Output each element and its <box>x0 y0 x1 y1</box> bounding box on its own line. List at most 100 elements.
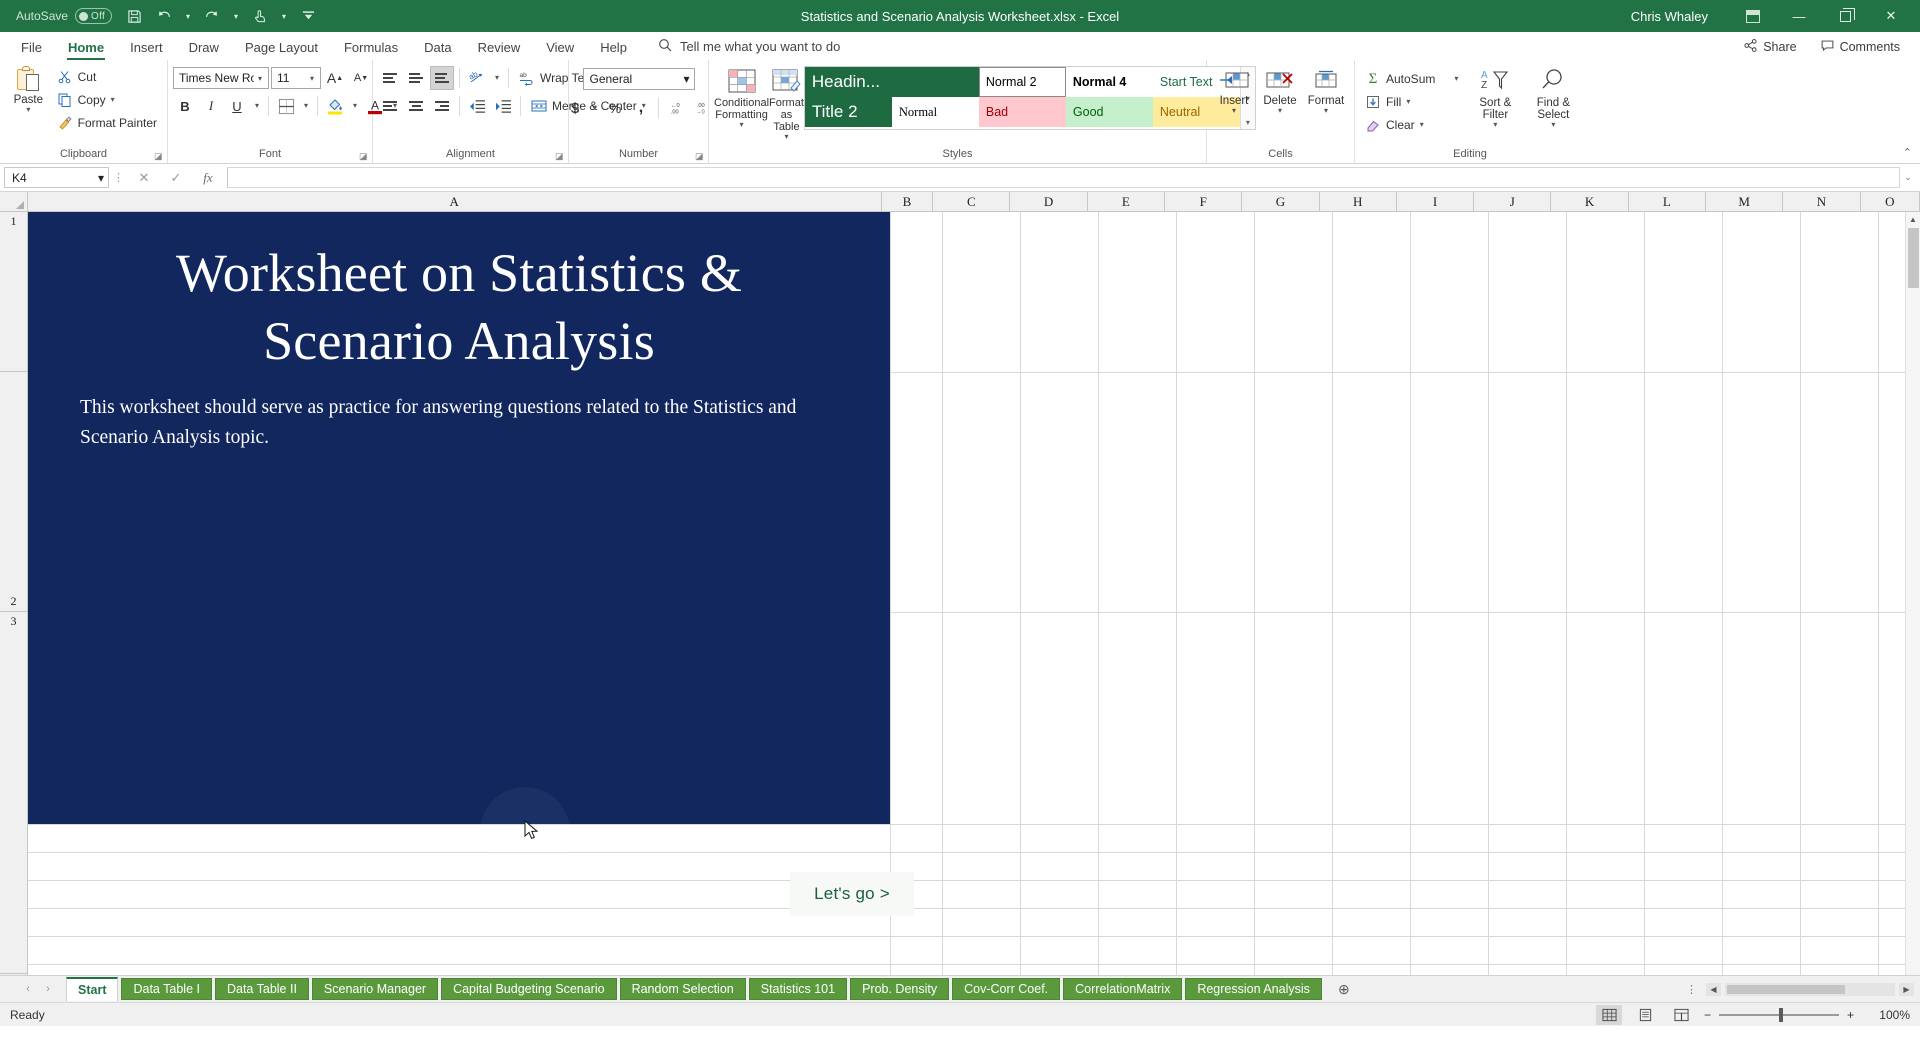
sort-filter-caret-icon[interactable]: ▾ <box>1493 121 1497 129</box>
redo-icon[interactable] <box>198 3 226 29</box>
borders-caret-icon[interactable]: ▾ <box>300 94 312 118</box>
clear-button[interactable]: Clear ▾ <box>1360 114 1463 136</box>
column-header-B[interactable]: B <box>882 192 934 211</box>
number-format-caret-icon[interactable]: ▾ <box>683 72 689 86</box>
comments-button[interactable]: Comments <box>1813 37 1908 57</box>
zoom-in-button[interactable]: + <box>1847 1008 1854 1022</box>
number-format-combo[interactable]: General ▾ <box>582 68 695 90</box>
sheet-tab-start[interactable]: Start <box>66 977 119 1001</box>
tab-home[interactable]: Home <box>55 37 117 60</box>
insert-cells-caret-icon[interactable]: ▾ <box>1232 107 1236 115</box>
font-dialog-launcher-icon[interactable]: ◪ <box>359 152 368 161</box>
select-all-corner[interactable] <box>0 192 28 211</box>
font-size-caret-icon[interactable]: ▾ <box>306 74 318 83</box>
sheet-tab-data-table-ii[interactable]: Data Table II <box>214 978 309 1000</box>
sheet-tab-correlation-matrix[interactable]: CorrelationMatrix <box>1063 978 1183 1000</box>
row-header-2[interactable]: 2 <box>0 372 27 612</box>
column-header-C[interactable]: C <box>933 192 1011 211</box>
column-header-E[interactable]: E <box>1088 192 1166 211</box>
style-normal-2[interactable]: Normal 2 <box>978 67 1066 97</box>
sheet-prev-icon[interactable]: ‹ <box>18 983 38 995</box>
column-header-H[interactable]: H <box>1320 192 1397 211</box>
delete-cells-button[interactable]: Delete ▾ <box>1258 70 1302 115</box>
align-top-icon[interactable] <box>378 66 402 90</box>
page-layout-icon[interactable] <box>1632 1005 1658 1025</box>
user-account-name[interactable]: Chris Whaley <box>1631 9 1730 24</box>
align-center-icon[interactable] <box>404 94 428 118</box>
align-left-icon[interactable] <box>378 94 402 118</box>
column-header-F[interactable]: F <box>1165 192 1243 211</box>
fill-color-icon[interactable] <box>323 94 347 118</box>
column-header-A[interactable]: A <box>28 192 882 211</box>
style-normal-4[interactable]: Normal 4 <box>1065 67 1153 97</box>
column-header-K[interactable]: K <box>1551 192 1629 211</box>
customize-quick-access-icon[interactable] <box>294 3 322 29</box>
page-break-icon[interactable] <box>1668 1005 1694 1025</box>
column-header-J[interactable]: J <box>1474 192 1552 211</box>
style-bad[interactable]: Bad <box>978 97 1066 127</box>
sheet-tab-prob-density[interactable]: Prob. Density <box>850 978 950 1000</box>
fill-button[interactable]: Fill ▾ <box>1360 91 1463 113</box>
find-select-caret-icon[interactable]: ▾ <box>1551 121 1555 129</box>
insert-cells-button[interactable]: Insert ▾ <box>1212 70 1256 115</box>
decrease-font-size-button[interactable]: A ▼ <box>349 66 373 90</box>
hscroll-right-icon[interactable]: ▶ <box>1899 982 1914 996</box>
paste-button[interactable]: Paste ▾ <box>5 64 52 114</box>
share-button[interactable]: Share <box>1736 37 1804 57</box>
increase-decimal-icon[interactable]: ←0.00 <box>664 96 688 120</box>
find-select-button[interactable]: Find & Select ▾ <box>1527 68 1579 129</box>
column-header-L[interactable]: L <box>1629 192 1707 211</box>
underline-caret-icon[interactable]: ▾ <box>251 94 263 118</box>
zoom-slider[interactable]: − + <box>1704 1007 1854 1022</box>
touch-mode-icon[interactable] <box>246 3 274 29</box>
horizontal-scrollbar[interactable] <box>1725 982 1895 996</box>
number-dialog-launcher-icon[interactable]: ◪ <box>695 152 704 161</box>
ribbon-display-options-icon[interactable] <box>1730 0 1776 32</box>
accounting-caret-icon[interactable]: ▾ <box>589 96 601 120</box>
redo-dropdown-caret-icon[interactable]: ▾ <box>228 3 244 29</box>
style-normal[interactable]: Normal <box>891 97 979 127</box>
sheet-tab-regression-analysis[interactable]: Regression Analysis <box>1185 978 1322 1000</box>
align-right-icon[interactable] <box>430 94 454 118</box>
column-header-N[interactable]: N <box>1783 192 1861 211</box>
copy-button[interactable]: Copy ▾ <box>52 89 162 111</box>
autosave-switch[interactable]: Off <box>75 8 113 24</box>
close-button[interactable]: ✕ <box>1868 0 1914 32</box>
font-size-combo[interactable]: 11 ▾ <box>271 67 321 89</box>
paste-caret-icon[interactable]: ▾ <box>26 106 30 114</box>
format-as-table-caret-icon[interactable]: ▾ <box>784 133 788 141</box>
tell-me-search[interactable]: Tell me what you want to do <box>640 35 850 60</box>
column-header-M[interactable]: M <box>1706 192 1784 211</box>
align-bottom-icon[interactable] <box>430 66 454 90</box>
column-header-I[interactable]: I <box>1397 192 1475 211</box>
vertical-scroll-thumb[interactable] <box>1907 228 1919 288</box>
column-header-O[interactable]: O <box>1861 192 1920 211</box>
cell-styles-gallery[interactable]: Headin... Title 2 Normal Normal 2 Bad No… <box>803 66 1256 130</box>
row-header-4[interactable]: 4 <box>0 974 27 975</box>
scroll-up-icon[interactable]: ▲ <box>1906 212 1920 226</box>
zoom-level[interactable]: 100% <box>1864 1008 1910 1022</box>
autosum-caret-icon[interactable]: ▾ <box>1454 75 1458 83</box>
delete-cells-caret-icon[interactable]: ▾ <box>1278 107 1282 115</box>
alignment-dialog-launcher-icon[interactable]: ◪ <box>555 152 564 161</box>
row-header-1[interactable]: 1 <box>0 212 27 372</box>
insert-function-icon[interactable]: fx <box>193 167 223 189</box>
font-name-combo[interactable]: Times New Roma ▾ <box>173 67 269 89</box>
horizontal-scroll-thumb[interactable] <box>1727 984 1845 994</box>
column-header-D[interactable]: D <box>1010 192 1088 211</box>
undo-dropdown-caret-icon[interactable]: ▾ <box>180 3 196 29</box>
cell-area[interactable]: Worksheet on Statistics & Scenario Analy… <box>28 212 1920 975</box>
tab-page-layout[interactable]: Page Layout <box>232 37 331 60</box>
sheet-tab-scenario-manager[interactable]: Scenario Manager <box>311 978 439 1000</box>
fill-caret-icon[interactable]: ▾ <box>1406 98 1410 106</box>
increase-font-size-button[interactable]: A ▲ <box>323 66 347 90</box>
clipboard-dialog-launcher-icon[interactable]: ◪ <box>154 152 163 161</box>
undo-icon[interactable] <box>150 3 178 29</box>
minimize-button[interactable]: — <box>1776 0 1822 32</box>
accounting-format-button[interactable]: $ <box>563 96 587 120</box>
style-blank-green[interactable] <box>891 67 979 97</box>
tab-draw[interactable]: Draw <box>176 37 232 60</box>
clear-caret-icon[interactable]: ▾ <box>1420 121 1424 129</box>
conditional-formatting-button[interactable]: Conditional Formatting ▾ <box>714 66 769 129</box>
normal-view-icon[interactable] <box>1596 1004 1622 1025</box>
